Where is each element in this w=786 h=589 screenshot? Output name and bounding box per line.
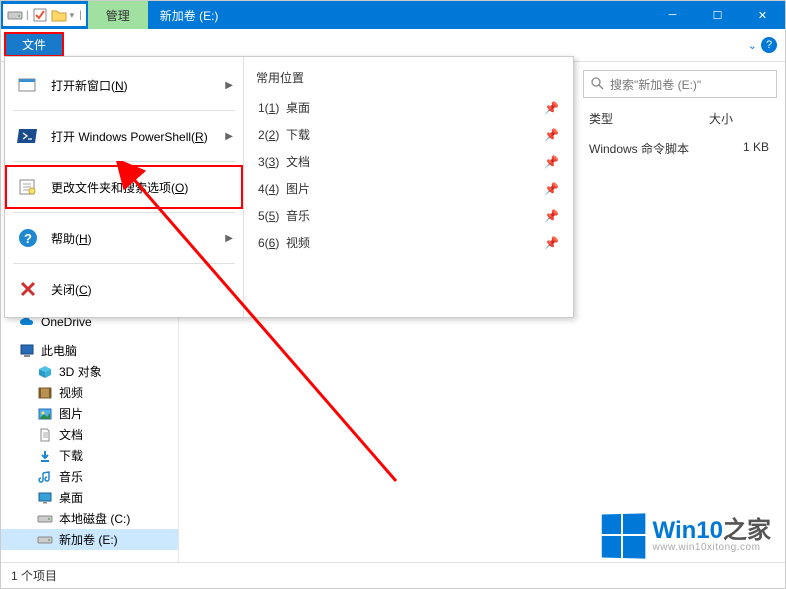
downloads-icon [37, 448, 53, 464]
tree-label: 文档 [59, 426, 83, 443]
pinned-item[interactable]: 3(3) 文档 📌 [254, 148, 563, 175]
pinned-label: 5(5) 音乐 [258, 207, 310, 224]
windows-logo-icon [601, 513, 645, 558]
music-icon [37, 469, 53, 485]
pinned-label: 6(6) 视频 [258, 234, 310, 251]
tree-item-music[interactable]: 音乐 [1, 466, 178, 487]
submenu-arrow-icon: ▶ [225, 131, 233, 142]
watermark-title: Win10之家 [653, 519, 771, 543]
tree-label: 此电脑 [41, 342, 77, 359]
column-type[interactable]: 类型 [589, 110, 709, 127]
pinned-label: 1(1) 桌面 [258, 99, 310, 116]
ribbon-context-tab[interactable]: 管理 [88, 1, 148, 29]
status-bar: 1 个项目 [1, 562, 785, 588]
ribbon-expand-icon[interactable]: ⌄ [748, 39, 757, 52]
documents-icon [37, 427, 53, 443]
submenu-arrow-icon: ▶ [225, 80, 233, 91]
pinned-label: 3(3) 文档 [258, 153, 310, 170]
titlebar: | ▾ | 管理 新加卷 (E:) ─ ☐ ✕ [1, 1, 785, 29]
search-icon [590, 76, 604, 93]
file-type-cell: Windows 命令脚本 [589, 140, 709, 157]
pinned-item[interactable]: 6(6) 视频 📌 [254, 229, 563, 256]
search-input[interactable]: 搜索"新加卷 (E:)" [583, 70, 777, 98]
tree-item-documents[interactable]: 文档 [1, 424, 178, 445]
cube-icon [37, 364, 53, 380]
pin-icon[interactable]: 📌 [544, 128, 559, 142]
desktop-icon [37, 490, 53, 506]
tree-item-pictures[interactable]: 图片 [1, 403, 178, 424]
computer-icon [19, 343, 35, 359]
drive-icon [37, 532, 53, 548]
quick-access-toolbar: | ▾ | [3, 4, 86, 26]
drive-icon [37, 511, 53, 527]
pin-icon[interactable]: 📌 [544, 101, 559, 115]
file-row[interactable]: Windows 命令脚本 1 KB [583, 136, 777, 161]
window-title: 新加卷 (E:) [148, 7, 650, 24]
menu-label: 打开 Windows PowerShell(R) [51, 128, 208, 145]
menu-new-window[interactable]: 打开新窗口(N) ▶ [5, 63, 243, 107]
pin-icon[interactable]: 📌 [544, 236, 559, 250]
tree-label: 图片 [59, 405, 83, 422]
pictures-icon [37, 406, 53, 422]
help-icon: ? [15, 225, 41, 251]
tree-item-drive-e[interactable]: 新加卷 (E:) [1, 529, 178, 550]
close-icon [15, 276, 41, 302]
svg-text:?: ? [24, 231, 32, 246]
minimize-button[interactable]: ─ [650, 1, 695, 29]
submenu-arrow-icon: ▶ [225, 233, 233, 244]
pinned-item[interactable]: 1(1) 桌面 📌 [254, 94, 563, 121]
menu-powershell[interactable]: 打开 Windows PowerShell(R) ▶ [5, 114, 243, 158]
menu-label: 关闭(C) [51, 281, 92, 298]
tree-label: 3D 对象 [59, 363, 102, 380]
tree-label: 桌面 [59, 489, 83, 506]
menu-help[interactable]: ? 帮助(H) ▶ [5, 216, 243, 260]
column-size[interactable]: 大小 [709, 110, 769, 127]
drive-icon [7, 7, 23, 23]
tree-item-downloads[interactable]: 下载 [1, 445, 178, 466]
qat-dropdown-icon[interactable]: ▾ [70, 10, 75, 21]
pinned-item[interactable]: 2(2) 下载 📌 [254, 121, 563, 148]
close-button[interactable]: ✕ [740, 1, 785, 29]
options-icon [15, 174, 41, 200]
tree-label: 音乐 [59, 468, 83, 485]
pinned-item[interactable]: 4(4) 图片 📌 [254, 175, 563, 202]
tree-item-desktop[interactable]: 桌面 [1, 487, 178, 508]
pin-icon[interactable]: 📌 [544, 209, 559, 223]
pinned-item[interactable]: 5(5) 音乐 📌 [254, 202, 563, 229]
tree-label: 新加卷 (E:) [59, 531, 118, 548]
pinned-label: 4(4) 图片 [258, 180, 310, 197]
menu-close[interactable]: 关闭(C) [5, 267, 243, 311]
new-window-icon [15, 72, 41, 98]
watermark: Win10之家 www.win10xitong.com [601, 514, 771, 558]
item-count: 1 个项目 [11, 567, 57, 584]
column-headers[interactable]: 类型 大小 [583, 98, 777, 136]
folder-icon[interactable] [51, 7, 67, 23]
menu-label: 打开新窗口(N) [51, 77, 128, 94]
tree-item-this-pc[interactable]: 此电脑 [1, 340, 178, 361]
frequent-places-header: 常用位置 [254, 65, 563, 94]
menu-label: 更改文件夹和搜索选项(O) [51, 179, 188, 196]
maximize-button[interactable]: ☐ [695, 1, 740, 29]
video-icon [37, 385, 53, 401]
tree-item-3d[interactable]: 3D 对象 [1, 361, 178, 382]
file-size-cell: 1 KB [709, 140, 769, 157]
pin-icon[interactable]: 📌 [544, 182, 559, 196]
tree-item-video[interactable]: 视频 [1, 382, 178, 403]
powershell-icon [15, 123, 41, 149]
help-icon[interactable]: ? [761, 37, 777, 53]
watermark-url: www.win10xitong.com [653, 543, 771, 553]
checkbox-icon[interactable] [32, 7, 48, 23]
file-menu-button[interactable]: 文件 [4, 32, 64, 57]
pinned-label: 2(2) 下载 [258, 126, 310, 143]
search-placeholder: 搜索"新加卷 (E:)" [610, 76, 701, 93]
tree-label: 视频 [59, 384, 83, 401]
pin-icon[interactable]: 📌 [544, 155, 559, 169]
tree-item-drive-c[interactable]: 本地磁盘 (C:) [1, 508, 178, 529]
file-menu-dropdown: 打开新窗口(N) ▶ 打开 Windows PowerShell(R) ▶ 更改… [4, 56, 574, 318]
tree-label: 下载 [59, 447, 83, 464]
menu-folder-options[interactable]: 更改文件夹和搜索选项(O) [5, 165, 243, 209]
menu-label: 帮助(H) [51, 230, 92, 247]
tree-label: 本地磁盘 (C:) [59, 510, 130, 527]
